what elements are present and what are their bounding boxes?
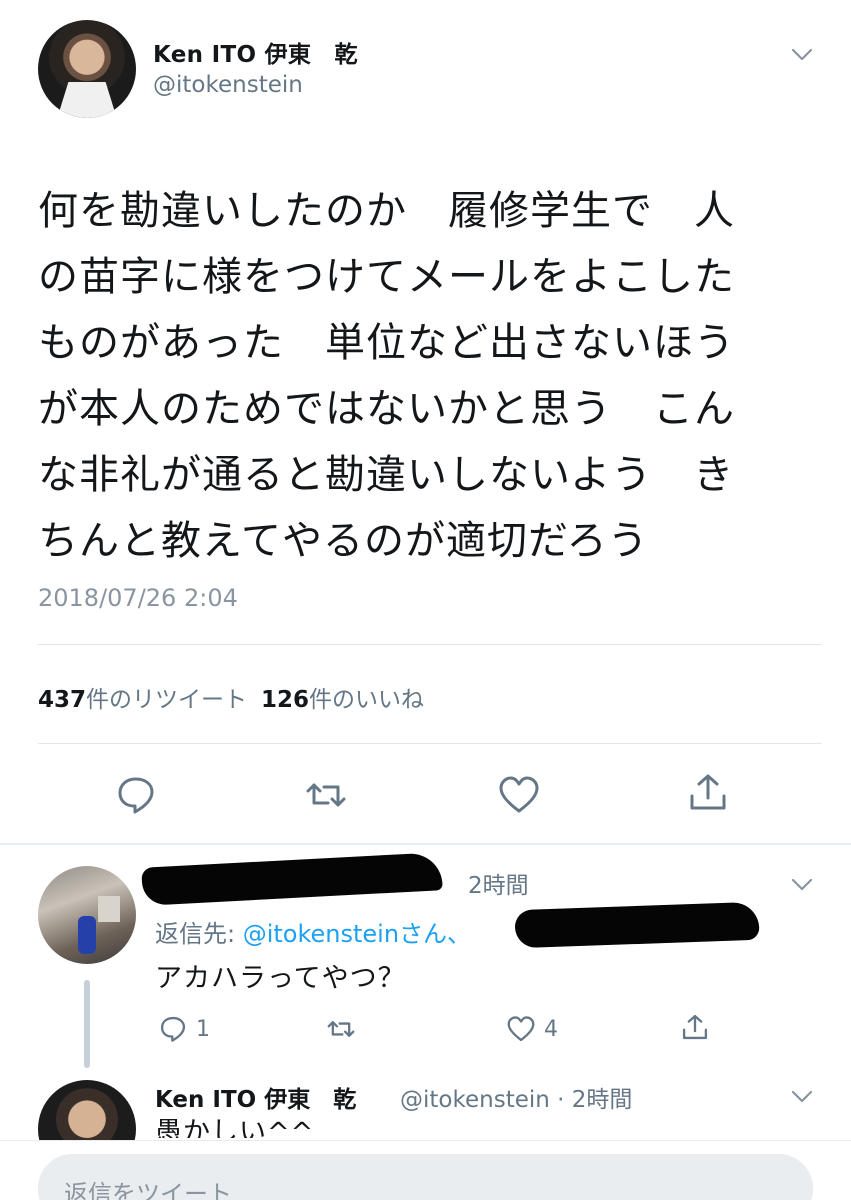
tweet-stats: 437件のリツイート 126件のいいね xyxy=(38,680,424,714)
author-avatar[interactable] xyxy=(38,20,136,118)
thread-separator xyxy=(0,843,851,845)
like-count: 126 xyxy=(261,687,310,713)
nested-reply-author[interactable]: Ken ITO 伊東 乾 xyxy=(155,1080,356,1114)
heart-icon[interactable] xyxy=(497,773,541,817)
author-handle[interactable]: @itokenstein xyxy=(153,72,303,98)
nested-reply-meta: @itokenstein · 2時間 xyxy=(400,1087,633,1113)
heart-icon[interactable] xyxy=(506,1014,536,1044)
tweet-timestamp: 2018/07/26 2:04 xyxy=(38,584,238,612)
divider xyxy=(38,743,822,744)
retweet-count: 437 xyxy=(38,687,87,713)
chevron-down-icon[interactable] xyxy=(788,40,816,68)
retweet-label: 件のリツイート xyxy=(86,687,248,713)
share-icon[interactable] xyxy=(686,770,730,814)
reply-to-suffix: さん、 xyxy=(399,920,472,948)
share-icon[interactable] xyxy=(680,1012,710,1042)
nested-reply-text: 愚かしい^^ xyxy=(155,1117,315,1138)
reply-count: 1 xyxy=(196,1017,210,1042)
redaction-mark xyxy=(141,852,443,906)
retweet-icon[interactable] xyxy=(326,1014,356,1044)
chevron-down-icon[interactable] xyxy=(788,870,816,898)
reply-to-line: 返信先: @itokensteinさん、 xyxy=(155,914,471,949)
chevron-down-icon[interactable] xyxy=(788,1082,816,1110)
reply-to-prefix: 返信先: xyxy=(155,920,243,948)
like-count: 4 xyxy=(544,1017,558,1042)
nested-reply-text-container: 愚かしい^^ xyxy=(155,1116,555,1138)
author-name[interactable]: Ken ITO 伊東 乾 xyxy=(153,35,358,69)
compose-placeholder: 返信をツイート xyxy=(64,1180,232,1200)
tweet-text: 何を勘違いしたのか 履修学生で 人 の苗字に様をつけてメールをよこした ものがあ… xyxy=(38,188,735,564)
retweet-icon[interactable] xyxy=(304,773,348,817)
reply-avatar[interactable] xyxy=(38,866,136,964)
divider xyxy=(38,644,822,645)
reply-icon[interactable] xyxy=(158,1014,188,1044)
reply-text: アカハラってやつ？ xyxy=(155,963,406,994)
retweet-stat[interactable]: 437件のリツイート xyxy=(38,680,247,714)
thread-line xyxy=(84,980,90,1068)
reply-time: 2時間 xyxy=(468,873,529,899)
like-label: 件のいいね xyxy=(309,687,425,713)
reply-icon[interactable] xyxy=(114,773,158,817)
like-stat[interactable]: 126件のいいね xyxy=(261,680,424,714)
reply-to-mention[interactable]: @itokenstein xyxy=(243,920,399,948)
redaction-mark xyxy=(514,901,760,949)
